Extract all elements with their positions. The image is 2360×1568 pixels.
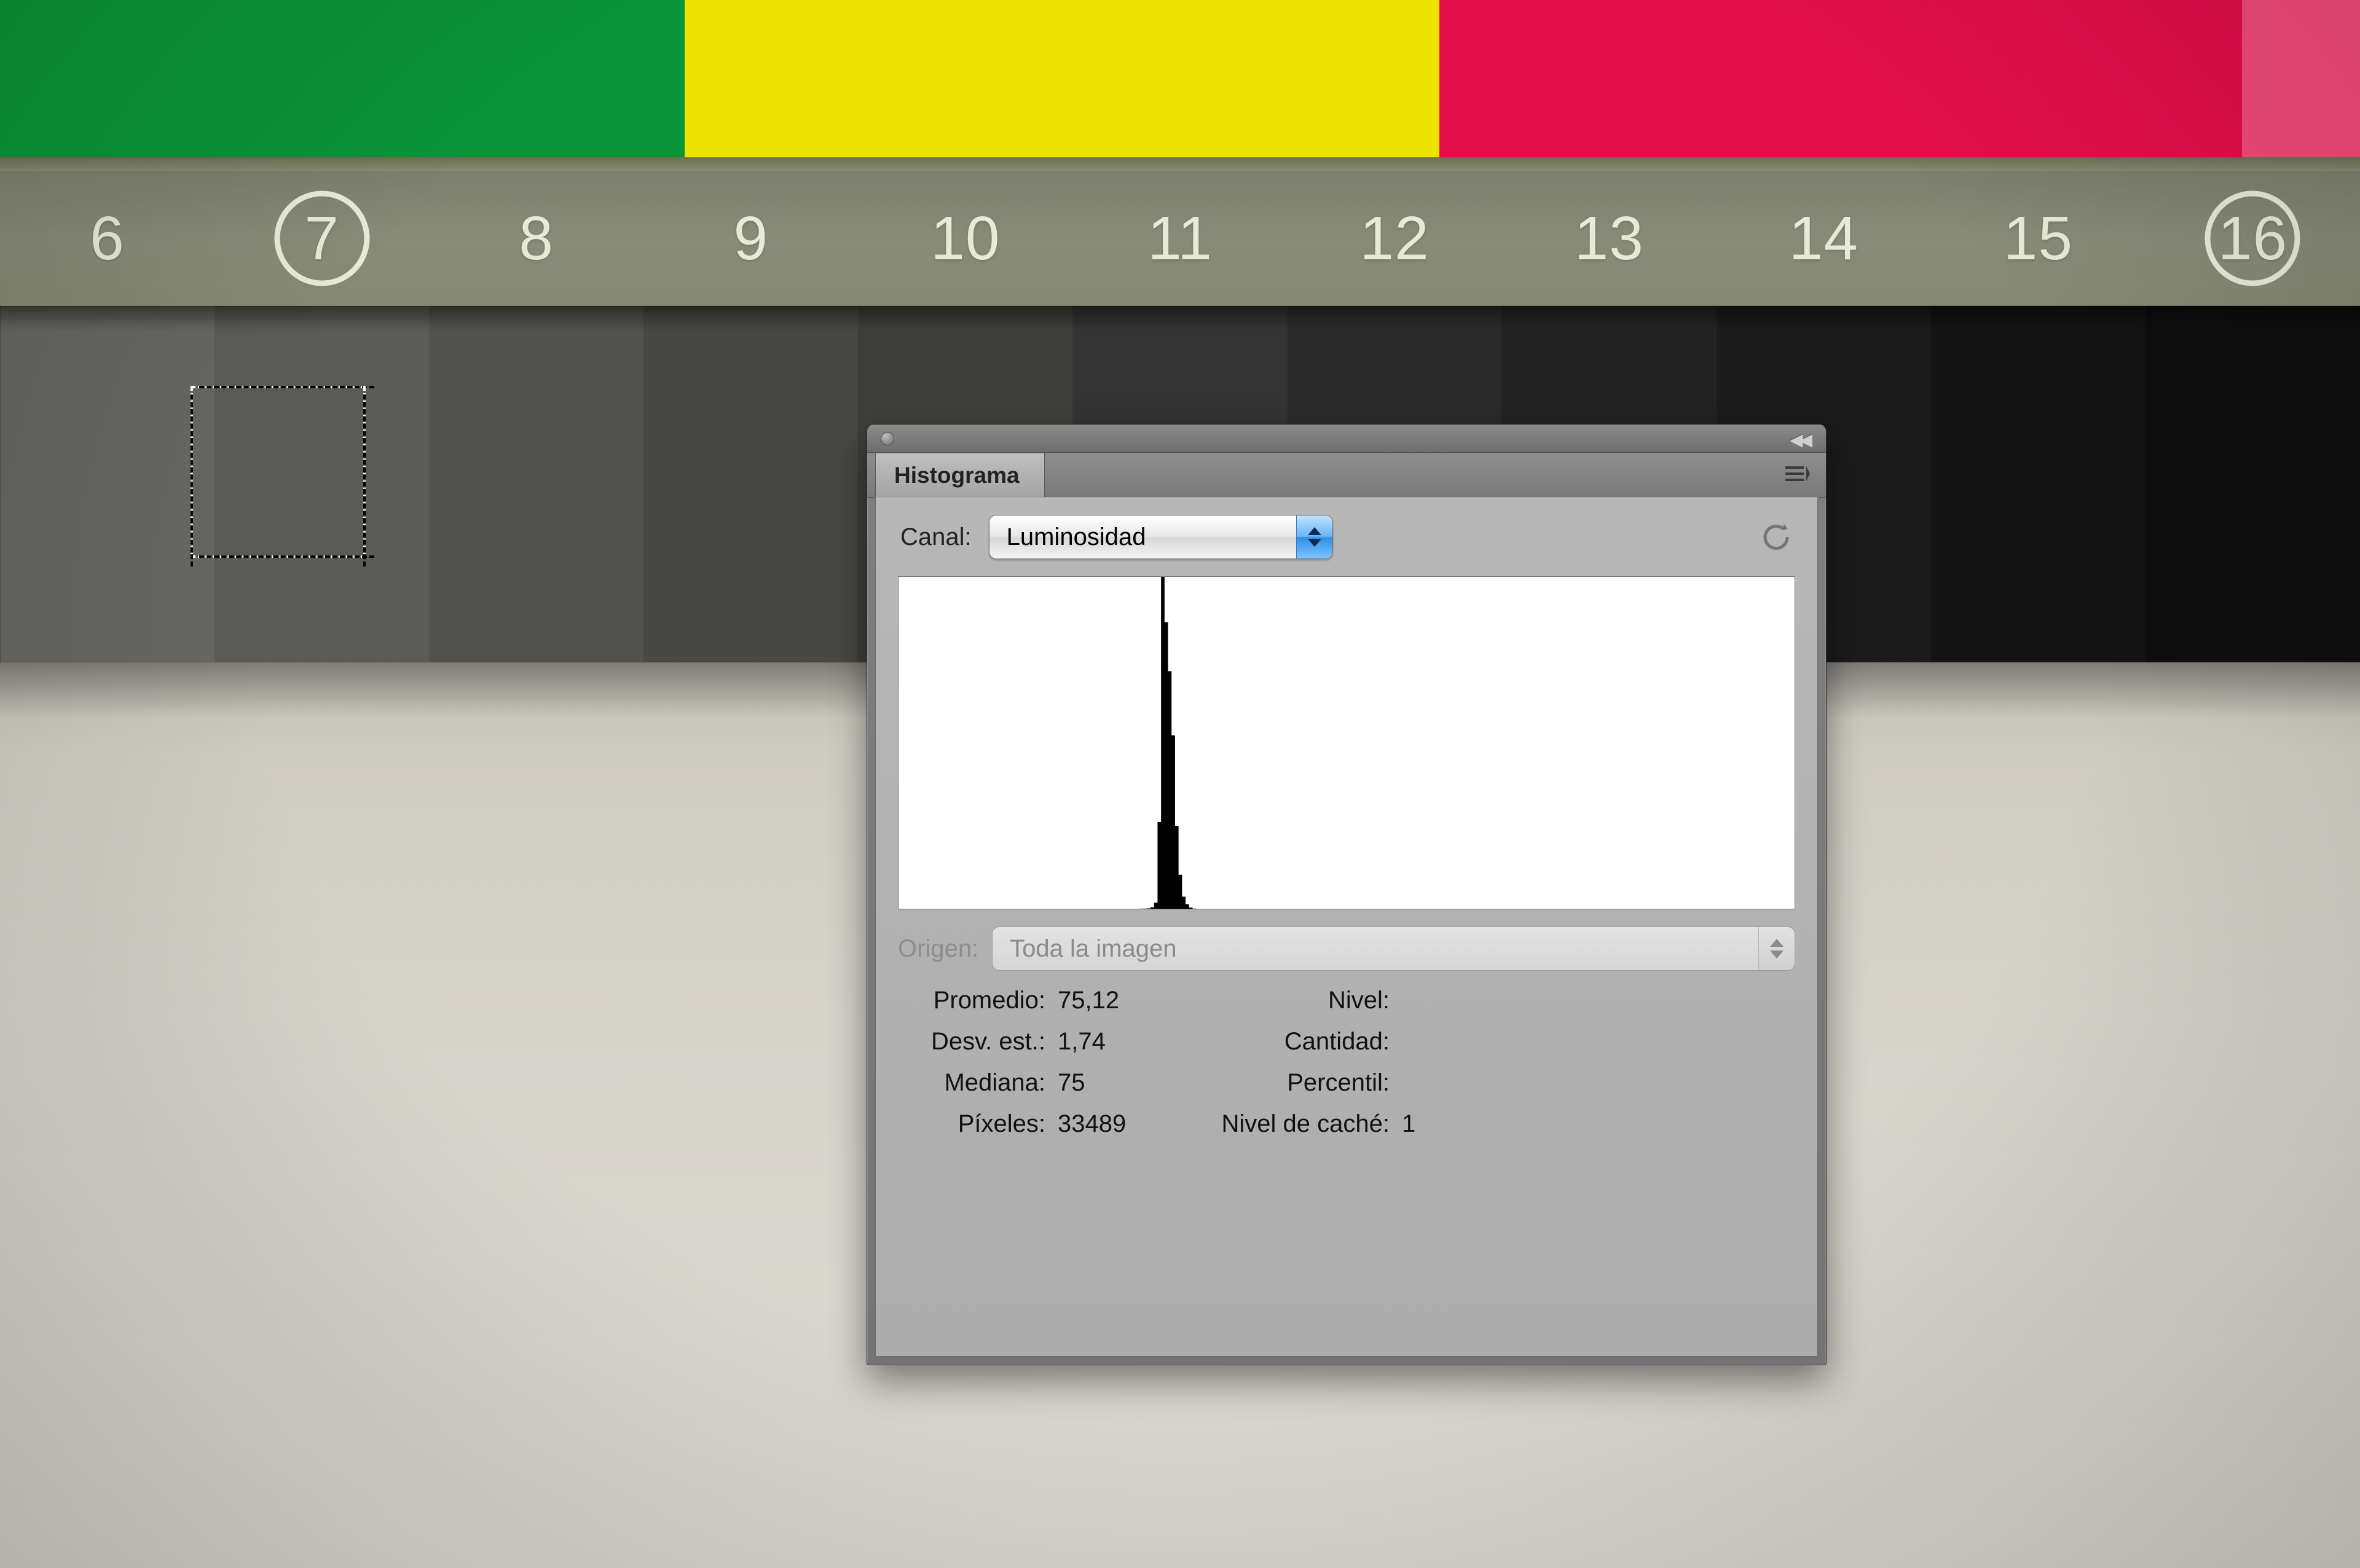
panel-menu-icon[interactable] bbox=[1782, 461, 1811, 486]
histogram-stats: Promedio: 75,12 Nivel: Desv. est.: 1,74 … bbox=[898, 987, 1795, 1138]
stat-median-value: 75 bbox=[1058, 1069, 1181, 1097]
ruler-number: 11 bbox=[1147, 203, 1213, 274]
color-swatch-magenta bbox=[1439, 0, 2242, 157]
wedge-shadow bbox=[0, 306, 2360, 331]
marquee-selection[interactable] bbox=[191, 386, 366, 558]
stat-cache-value: 1 bbox=[1402, 1110, 1476, 1138]
ruler-number: 8 bbox=[519, 203, 554, 274]
stat-stddev-label: Desv. est.: bbox=[898, 1028, 1058, 1056]
ruler-number: 7 bbox=[304, 203, 339, 274]
color-bar-seam bbox=[0, 157, 2360, 171]
channel-select[interactable]: Luminosidad bbox=[989, 515, 1333, 559]
ruler-cell-13: 13 bbox=[1502, 171, 1717, 306]
gray-step-15 bbox=[1931, 306, 2146, 662]
stat-pixels-value: 33489 bbox=[1058, 1110, 1181, 1138]
histogram-panel[interactable]: ◀◀ Histograma Canal: Luminosidad bbox=[867, 424, 1827, 1365]
ruler-number: 13 bbox=[1575, 203, 1644, 274]
ruler-number: 6 bbox=[90, 203, 125, 274]
stat-percent-label: Percentil: bbox=[1181, 1069, 1402, 1097]
color-swatch-pink bbox=[2242, 0, 2360, 157]
origin-label: Origen: bbox=[898, 935, 978, 963]
channel-row: Canal: Luminosidad bbox=[876, 498, 1817, 571]
ruler-cell-14: 14 bbox=[1717, 171, 1931, 306]
ruler-number: 14 bbox=[1789, 203, 1858, 274]
step-number-ruler: 6 7 8 9 10 11 12 13 14 15 16 bbox=[0, 171, 2360, 306]
dropdown-arrows-icon bbox=[1758, 927, 1795, 970]
stat-percent-value bbox=[1402, 1069, 1476, 1097]
ruler-cell-10: 10 bbox=[858, 171, 1072, 306]
ruler-number: 12 bbox=[1359, 203, 1429, 274]
ruler-number: 9 bbox=[734, 203, 769, 274]
gray-step-8 bbox=[429, 306, 643, 662]
ruler-cell-8: 8 bbox=[429, 171, 643, 306]
ruler-cell-9: 9 bbox=[643, 171, 858, 306]
panel-tabstrip: Histograma bbox=[867, 453, 1826, 498]
color-swatch-green bbox=[0, 0, 685, 157]
ruler-number: 16 bbox=[2218, 203, 2287, 274]
panel-body: Canal: Luminosidad Origen: Toda la image… bbox=[875, 497, 1818, 1357]
ruler-number: 10 bbox=[930, 203, 1000, 274]
stat-level-value bbox=[1402, 987, 1476, 1014]
stat-stddev-value: 1,74 bbox=[1058, 1028, 1181, 1056]
ruler-cell-12: 12 bbox=[1288, 171, 1502, 306]
origin-select: Toda la imagen bbox=[992, 927, 1795, 971]
ruler-number: 15 bbox=[2004, 203, 2073, 274]
ruler-cell-6: 6 bbox=[0, 171, 214, 306]
collapse-icon[interactable]: ◀◀ bbox=[1790, 429, 1809, 450]
panel-titlebar[interactable]: ◀◀ bbox=[867, 425, 1826, 453]
stat-mean-label: Promedio: bbox=[898, 987, 1058, 1014]
tab-histogram-label: Histograma bbox=[894, 463, 1020, 488]
tab-histogram[interactable]: Histograma bbox=[875, 453, 1045, 498]
color-bar-row bbox=[0, 0, 2360, 157]
gray-step-16 bbox=[2146, 306, 2360, 662]
ruler-cell-15: 15 bbox=[1931, 171, 2146, 306]
dropdown-arrows-icon bbox=[1296, 515, 1332, 559]
ruler-cell-16: 16 bbox=[2146, 171, 2360, 306]
close-icon[interactable] bbox=[881, 432, 894, 445]
ruler-cell-11: 11 bbox=[1072, 171, 1287, 306]
origin-row: Origen: Toda la imagen bbox=[898, 927, 1795, 971]
gray-step-6 bbox=[0, 306, 214, 662]
channel-select-value: Luminosidad bbox=[1007, 523, 1146, 551]
channel-label: Canal: bbox=[900, 523, 972, 551]
stat-pixels-label: Píxeles: bbox=[898, 1110, 1058, 1138]
stat-level-label: Nivel: bbox=[1181, 987, 1402, 1014]
gray-step-9 bbox=[643, 306, 858, 662]
stat-count-value bbox=[1402, 1028, 1476, 1056]
origin-select-value: Toda la imagen bbox=[1010, 935, 1176, 963]
ruler-cell-7: 7 bbox=[214, 171, 429, 306]
stat-mean-value: 75,12 bbox=[1058, 987, 1181, 1014]
refresh-icon[interactable] bbox=[1760, 520, 1793, 554]
stat-count-label: Cantidad: bbox=[1181, 1028, 1402, 1056]
stat-median-label: Mediana: bbox=[898, 1069, 1058, 1097]
histogram-plot[interactable] bbox=[898, 576, 1795, 909]
color-swatch-yellow bbox=[685, 0, 1440, 157]
stat-cache-label: Nivel de caché: bbox=[1181, 1110, 1402, 1138]
